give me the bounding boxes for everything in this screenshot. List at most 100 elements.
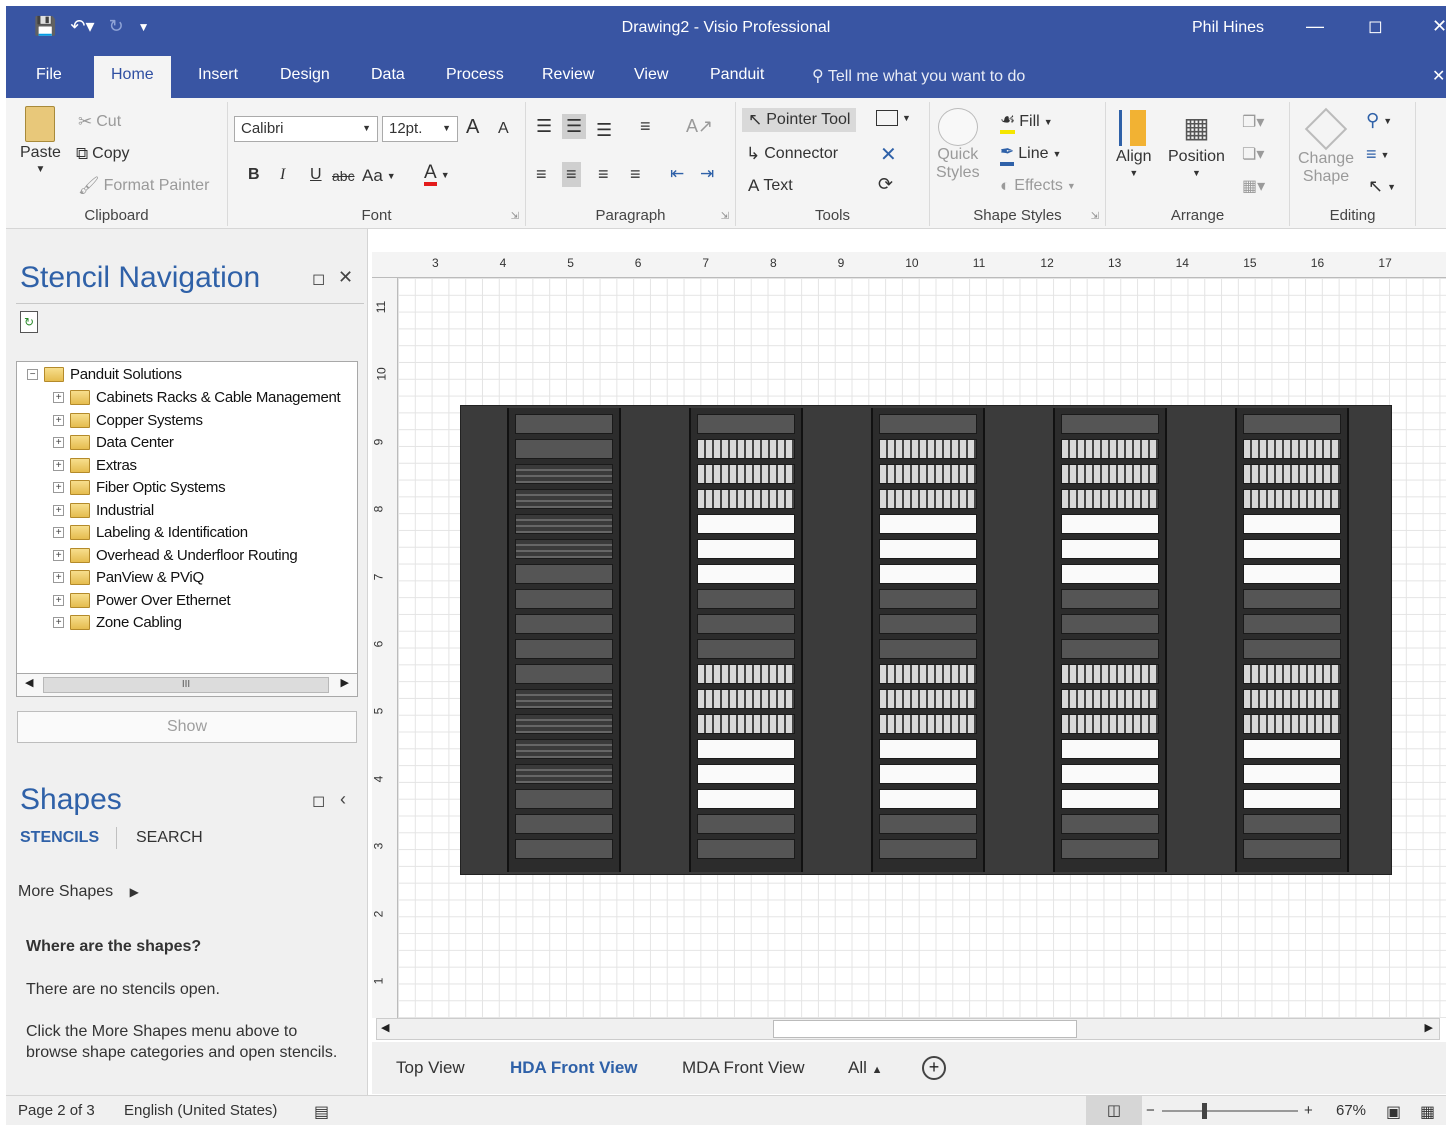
- page-tab-all[interactable]: All ▲: [848, 1058, 883, 1078]
- collapse-icon[interactable]: −: [27, 369, 38, 380]
- minimize-icon[interactable]: —: [1306, 16, 1324, 37]
- rack-cabinet[interactable]: [1235, 408, 1349, 872]
- tab-view[interactable]: View: [634, 66, 668, 84]
- justify-button[interactable]: ≡: [630, 164, 641, 185]
- rectangle-tool-button[interactable]: ▼: [876, 110, 911, 126]
- dialog-launcher-icon[interactable]: ⇲: [511, 211, 519, 222]
- scroll-right-icon[interactable]: ▶: [1425, 1021, 1433, 1034]
- tell-me-box[interactable]: ⚲ Tell me what you want to do: [812, 66, 1025, 86]
- align-button[interactable]: Align ▼: [1116, 110, 1152, 178]
- tab-data[interactable]: Data: [371, 66, 405, 84]
- zoom-in-button[interactable]: +: [1304, 1102, 1313, 1119]
- zoom-slider[interactable]: [1162, 1103, 1298, 1119]
- cut-button[interactable]: ✂ Cut: [78, 112, 121, 132]
- expand-icon[interactable]: +: [53, 482, 64, 493]
- expand-icon[interactable]: +: [53, 527, 64, 538]
- send-backward-button[interactable]: ❏▾: [1242, 144, 1264, 164]
- maximize-icon[interactable]: ◻: [1368, 16, 1383, 37]
- bullets-button[interactable]: ≡: [640, 116, 651, 137]
- expand-icon[interactable]: +: [53, 617, 64, 628]
- search-tab[interactable]: SEARCH: [136, 829, 203, 847]
- tree-root[interactable]: − Panduit Solutions: [27, 366, 182, 383]
- canvas-scroll-thumb[interactable]: [773, 1020, 1077, 1038]
- zoom-level[interactable]: 67%: [1336, 1102, 1366, 1119]
- text-tool-button[interactable]: A Text: [748, 176, 793, 196]
- align-middle-button[interactable]: ☰: [562, 114, 587, 139]
- font-size-dropdown[interactable]: 12pt. ▼: [382, 116, 458, 142]
- tree-horizontal-scrollbar[interactable]: ◀ III ▶: [16, 673, 358, 697]
- page-indicator[interactable]: Page 2 of 3: [18, 1102, 95, 1119]
- font-color-button[interactable]: A ▼: [424, 163, 450, 186]
- align-bottom-button[interactable]: ☰: [596, 120, 612, 141]
- add-page-icon[interactable]: +: [922, 1056, 946, 1080]
- tab-panduit[interactable]: Panduit: [710, 66, 764, 84]
- tab-file[interactable]: File: [36, 66, 62, 84]
- select-button[interactable]: ↖ ▼: [1368, 176, 1396, 197]
- change-shape-button[interactable]: Change Shape: [1298, 107, 1354, 186]
- fill-button[interactable]: ☙ Fill ▼: [1000, 110, 1053, 134]
- underline-button[interactable]: U: [310, 166, 322, 184]
- user-name[interactable]: Phil Hines: [1192, 19, 1264, 37]
- rack-cabinet[interactable]: [507, 408, 621, 872]
- grow-font-button[interactable]: A: [466, 116, 479, 139]
- fit-page-icon[interactable]: ▣: [1386, 1102, 1401, 1122]
- show-button[interactable]: Show: [17, 711, 357, 743]
- expand-icon[interactable]: +: [53, 437, 64, 448]
- page-tab-hda-front-view[interactable]: HDA Front View: [510, 1058, 638, 1078]
- align-center-button[interactable]: ≡: [562, 162, 581, 187]
- zoom-slider-thumb[interactable]: [1202, 1103, 1207, 1119]
- dialog-launcher-icon[interactable]: ⇲: [721, 211, 729, 222]
- align-left-button[interactable]: ≡: [536, 164, 547, 185]
- dialog-launcher-icon[interactable]: ⇲: [1091, 211, 1099, 222]
- close-icon[interactable]: ✕: [1432, 16, 1446, 37]
- rack-cabinet[interactable]: [689, 408, 803, 872]
- page-tab-mda-front-view[interactable]: MDA Front View: [682, 1058, 805, 1078]
- switch-windows-icon[interactable]: ▦: [1420, 1102, 1435, 1122]
- connector-button[interactable]: ↳ Connector: [746, 144, 838, 164]
- format-painter-button[interactable]: 🖌 Format Painter: [78, 176, 209, 196]
- line-button[interactable]: ✒ Line ▼: [1000, 142, 1061, 166]
- restore-icon[interactable]: ◻: [312, 791, 325, 811]
- collapse-panel-icon[interactable]: ‹: [340, 789, 346, 810]
- tree-item[interactable]: + Overhead & Underfloor Routing: [53, 547, 298, 564]
- italic-button[interactable]: I: [280, 166, 285, 184]
- rack-cabinet[interactable]: [871, 408, 985, 872]
- tree-item[interactable]: + Fiber Optic Systems: [53, 479, 226, 496]
- group-button[interactable]: ▦▾: [1242, 176, 1265, 196]
- decrease-indent-button[interactable]: ⇤: [670, 164, 684, 184]
- expand-icon[interactable]: +: [53, 549, 64, 561]
- copy-button[interactable]: ⧉ Copy: [76, 144, 130, 164]
- text-direction-button[interactable]: A↗: [686, 116, 713, 137]
- close-icon[interactable]: ✕: [338, 267, 353, 288]
- layers-button[interactable]: ≡ ▼: [1366, 144, 1389, 165]
- tree-item[interactable]: + Industrial: [53, 502, 154, 519]
- scroll-thumb[interactable]: III: [43, 677, 329, 693]
- rack-cabinet[interactable]: [1053, 408, 1167, 872]
- font-name-dropdown[interactable]: Calibri ▼: [234, 116, 378, 142]
- rotate-text-button[interactable]: ⟳: [878, 174, 893, 195]
- rack-elevation-drawing[interactable]: [460, 405, 1392, 875]
- connection-point-button[interactable]: ✕: [880, 142, 897, 167]
- zoom-out-button[interactable]: −: [1146, 1102, 1155, 1119]
- page-tab-top-view[interactable]: Top View: [396, 1058, 465, 1078]
- close-ribbon-icon[interactable]: ✕: [1432, 66, 1445, 86]
- expand-icon[interactable]: +: [53, 594, 64, 606]
- tree-item[interactable]: + Cabinets Racks & Cable Management: [53, 389, 341, 406]
- macro-record-icon[interactable]: ▤: [314, 1102, 329, 1122]
- scroll-left-icon[interactable]: ◀: [25, 676, 33, 689]
- position-button[interactable]: ▦ Position ▼: [1168, 110, 1225, 178]
- change-case-button[interactable]: Aa ▼: [362, 166, 396, 186]
- expand-icon[interactable]: +: [53, 504, 64, 516]
- language-indicator[interactable]: English (United States): [124, 1102, 277, 1119]
- expand-icon[interactable]: +: [53, 572, 64, 583]
- tree-item[interactable]: + Power Over Ethernet: [53, 592, 231, 609]
- tab-home[interactable]: Home: [94, 56, 171, 98]
- paste-button[interactable]: Paste ▼: [20, 106, 61, 175]
- effects-button[interactable]: ◐ Effects ▼: [1000, 176, 1076, 196]
- refresh-icon[interactable]: ↻: [20, 311, 38, 333]
- presentation-mode-icon[interactable]: ◫: [1086, 1096, 1142, 1125]
- tree-item[interactable]: + PanView & PViQ: [53, 569, 204, 586]
- tree-item[interactable]: + Labeling & Identification: [53, 524, 248, 541]
- align-top-button[interactable]: ☰: [536, 116, 552, 137]
- expand-icon[interactable]: +: [53, 459, 64, 471]
